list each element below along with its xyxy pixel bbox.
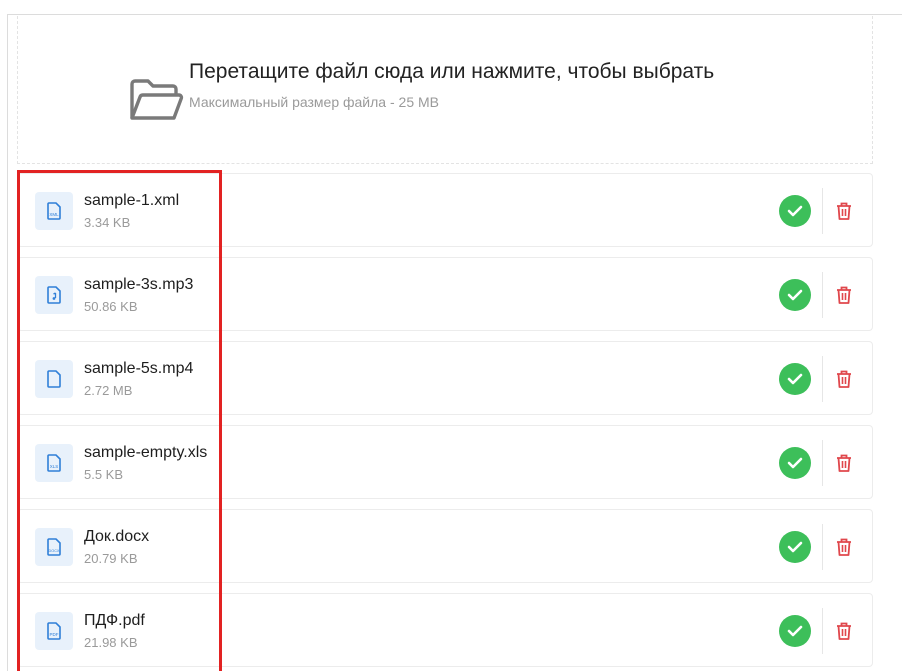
file-size: 50.86 KB	[84, 299, 138, 314]
svg-text:PDF: PDF	[50, 632, 59, 637]
file-size: 21.98 KB	[84, 635, 138, 650]
xls-file-icon: XLS	[35, 444, 73, 482]
file-row: XML sample-1.xml 3.34 KB	[17, 173, 873, 247]
row-divider	[822, 524, 823, 570]
file-row: PDF ПДФ.pdf 21.98 KB	[17, 593, 873, 667]
file-dropzone[interactable]: Перетащите файл сюда или нажмите, чтобы …	[17, 16, 873, 164]
check-circle-icon	[779, 615, 811, 647]
check-circle-icon	[779, 195, 811, 227]
file-icon	[35, 360, 73, 398]
svg-text:DOCX: DOCX	[49, 549, 60, 553]
row-divider	[822, 356, 823, 402]
svg-text:XLS: XLS	[50, 464, 59, 469]
trash-icon[interactable]	[836, 621, 852, 641]
file-size: 5.5 KB	[84, 467, 124, 482]
dropzone-title: Перетащите файл сюда или нажмите, чтобы …	[189, 60, 715, 83]
svg-text:XML: XML	[49, 212, 59, 217]
file-size: 3.34 KB	[84, 215, 131, 230]
trash-icon[interactable]	[836, 369, 852, 389]
file-size: 2.72 MB	[84, 383, 133, 398]
file-name: sample-empty.xls	[84, 444, 208, 461]
file-row: DOCX Док.docx 20.79 KB	[17, 509, 873, 583]
check-circle-icon	[779, 279, 811, 311]
check-circle-icon	[779, 447, 811, 479]
row-divider	[822, 188, 823, 234]
file-row: XLS sample-empty.xls 5.5 KB	[17, 425, 873, 499]
trash-icon[interactable]	[836, 537, 852, 557]
file-name: Док.docx	[84, 528, 150, 545]
file-name: sample-5s.mp4	[84, 360, 194, 377]
docx-file-icon: DOCX	[35, 528, 73, 566]
check-circle-icon	[779, 363, 811, 395]
xml-file-icon: XML	[35, 192, 73, 230]
trash-icon[interactable]	[836, 285, 852, 305]
row-divider	[822, 272, 823, 318]
dropzone-subtitle: Максимальный размер файла - 25 MB	[189, 94, 439, 110]
file-name: sample-1.xml	[84, 192, 180, 209]
file-row: sample-3s.mp3 50.86 KB	[17, 257, 873, 331]
audio-file-icon	[35, 276, 73, 314]
file-name: ПДФ.pdf	[84, 612, 145, 629]
folder-icon	[130, 79, 184, 120]
pdf-file-icon: PDF	[35, 612, 73, 650]
file-row: sample-5s.mp4 2.72 MB	[17, 341, 873, 415]
check-circle-icon	[779, 531, 811, 563]
row-divider	[822, 608, 823, 654]
trash-icon[interactable]	[836, 201, 852, 221]
row-divider	[822, 440, 823, 486]
trash-icon[interactable]	[836, 453, 852, 473]
file-name: sample-3s.mp3	[84, 276, 194, 293]
file-size: 20.79 KB	[84, 551, 138, 566]
